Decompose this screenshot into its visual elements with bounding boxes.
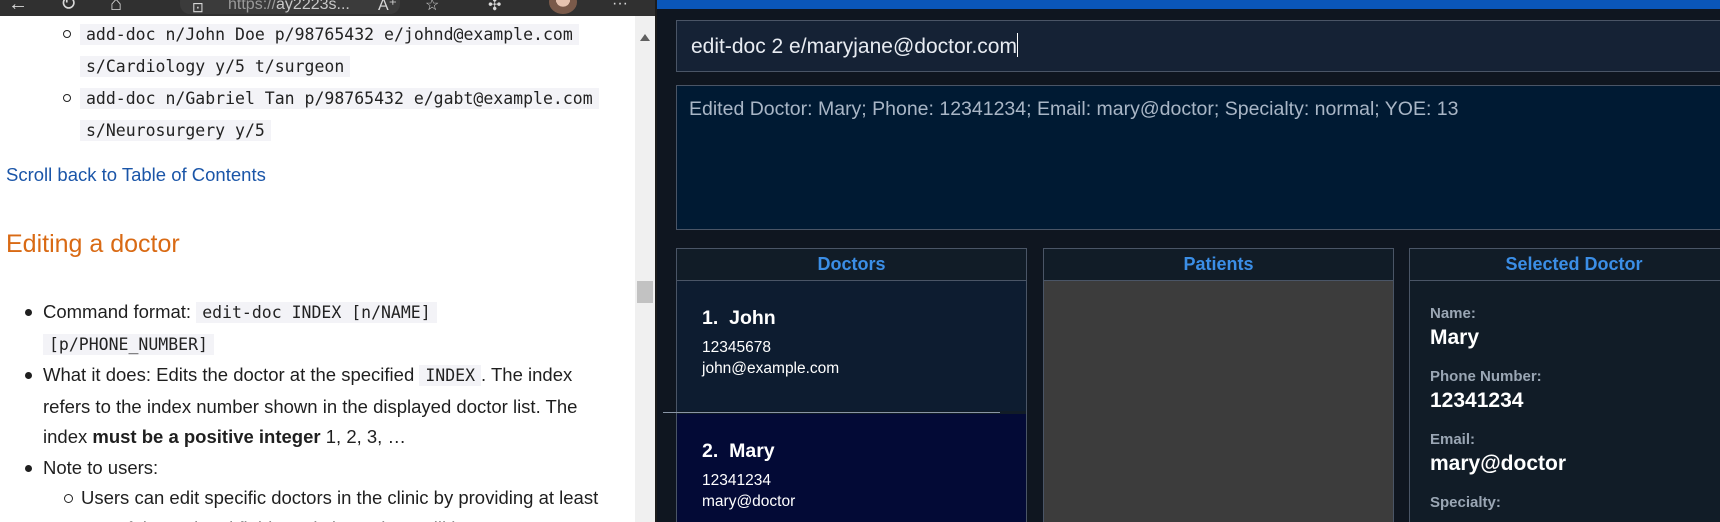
- more-icon[interactable]: ···: [612, 0, 628, 14]
- patients-panel-title: Patients: [1044, 249, 1393, 281]
- note-sublist: Users can edit specific doctors in the c…: [43, 483, 623, 522]
- doctor-card[interactable]: 2. Mary 12341234 mary@doctor: [677, 414, 1026, 522]
- list-item: Users can edit specific doctors in the c…: [64, 483, 623, 522]
- doctor-card-email: mary@doctor: [702, 493, 796, 510]
- example-code: add-doc n/Gabriel Tan p/98765432 e/gabt@…: [80, 88, 599, 109]
- list-item: Note to users: Users can edit specific d…: [25, 453, 623, 522]
- doctors-panel-title: Doctors: [677, 249, 1026, 281]
- refresh-icon[interactable]: ↻: [60, 0, 77, 14]
- list-item: add-doc n/John Doe p/98765432 e/johnd@ex…: [63, 19, 625, 83]
- doctors-panel: Doctors 1. John 12345678 john@example.co…: [676, 248, 1027, 522]
- doctor-card-email: john@example.com: [702, 360, 840, 377]
- command-code: edit-doc INDEX [n/NAME]: [196, 302, 437, 323]
- favorites-icon[interactable]: ☆: [425, 0, 439, 16]
- example-code: add-doc n/John Doe p/98765432 e/johnd@ex…: [80, 24, 579, 45]
- list-item: add-doc n/Gabriel Tan p/98765432 e/gabt@…: [63, 83, 625, 147]
- scrollbar[interactable]: [635, 16, 655, 522]
- doctor-card[interactable]: 1. John 12345678 john@example.com: [677, 281, 1026, 411]
- scroll-to-toc-link[interactable]: Scroll back to Table of Contents: [6, 164, 266, 186]
- command-format-label: Command format:: [43, 301, 197, 322]
- name-value: Mary: [1430, 326, 1480, 349]
- result-display: Edited Doctor: Mary; Phone: 12341234; Em…: [676, 85, 1720, 230]
- selected-doctor-panel: Selected Doctor Name: Mary Phone Number:…: [1409, 248, 1720, 522]
- note-label: Note to users:: [43, 456, 159, 478]
- list-item: Command format: edit-doc INDEX [n/NAME] […: [25, 297, 623, 360]
- name-label: Name:: [1430, 305, 1476, 322]
- bold-text: must be a positive integer: [92, 426, 321, 447]
- result-text: Edited Doctor: Mary; Phone: 12341234; Em…: [689, 98, 1459, 120]
- email-value: mary@doctor: [1430, 452, 1567, 475]
- specialty-label: Specialty:: [1430, 494, 1501, 511]
- card-separator: [663, 412, 1000, 413]
- user-guide-content: add-doc n/John Doe p/98765432 e/johnd@ex…: [0, 16, 635, 522]
- edit-doc-details-list: Command format: edit-doc INDEX [n/NAME] […: [25, 297, 623, 522]
- browser-window: ← ↻ ⌂ ⊡ https://ay2223s... A⁺ ☆ ✣ ··· ad…: [0, 0, 655, 522]
- back-icon[interactable]: ←: [8, 0, 28, 14]
- example-code: s/Neurosurgery y/5: [80, 120, 271, 141]
- scrollbar-thumb[interactable]: [637, 281, 653, 303]
- clinic-app-window: edit-doc 2 e/maryjane@doctor.com Edited …: [657, 0, 1720, 522]
- email-label: Email:: [1430, 431, 1476, 448]
- doctor-card-phone: 12345678: [702, 339, 771, 356]
- description-text: 1, 2, 3, …: [320, 426, 406, 447]
- scroll-up-arrow-icon[interactable]: [640, 34, 650, 41]
- app-title-bar: [657, 0, 1720, 9]
- phone-label: Phone Number:: [1430, 368, 1542, 385]
- example-list: add-doc n/John Doe p/98765432 e/johnd@ex…: [63, 19, 625, 147]
- selected-doctor-panel-title: Selected Doctor: [1410, 249, 1720, 281]
- patients-panel: Patients: [1043, 248, 1394, 522]
- doctor-card-phone: 12341234: [702, 472, 771, 489]
- profile-avatar[interactable]: [549, 0, 577, 14]
- doctor-card-title: 1. John: [702, 307, 776, 329]
- description-text: What it does: Edits the doctor at the sp…: [43, 364, 420, 385]
- home-icon[interactable]: ⌂: [110, 0, 122, 14]
- command-input[interactable]: edit-doc 2 e/maryjane@doctor.com: [691, 33, 1691, 59]
- extensions-icon[interactable]: ✣: [488, 0, 501, 16]
- doctor-card-title: 2. Mary: [702, 440, 775, 462]
- text-caret: [1016, 33, 1018, 57]
- command-code: [p/PHONE_NUMBER]: [43, 333, 214, 355]
- browser-toolbar: ← ↻ ⌂ ⊡ https://ay2223s... A⁺ ☆ ✣ ···: [0, 0, 655, 16]
- url-text[interactable]: https://ay2223s...: [228, 0, 350, 14]
- list-item: What it does: Edits the doctor at the sp…: [25, 360, 623, 453]
- command-box[interactable]: edit-doc 2 e/maryjane@doctor.com: [676, 20, 1720, 72]
- lock-icon[interactable]: ⊡: [192, 0, 204, 16]
- example-code: s/Cardiology y/5 t/surgeon: [80, 56, 351, 77]
- read-aloud-icon[interactable]: A⁺: [378, 0, 397, 16]
- section-heading: Editing a doctor: [6, 230, 180, 258]
- patients-list[interactable]: [1044, 281, 1393, 522]
- index-code: INDEX: [419, 365, 482, 386]
- phone-value: 12341234: [1430, 389, 1524, 412]
